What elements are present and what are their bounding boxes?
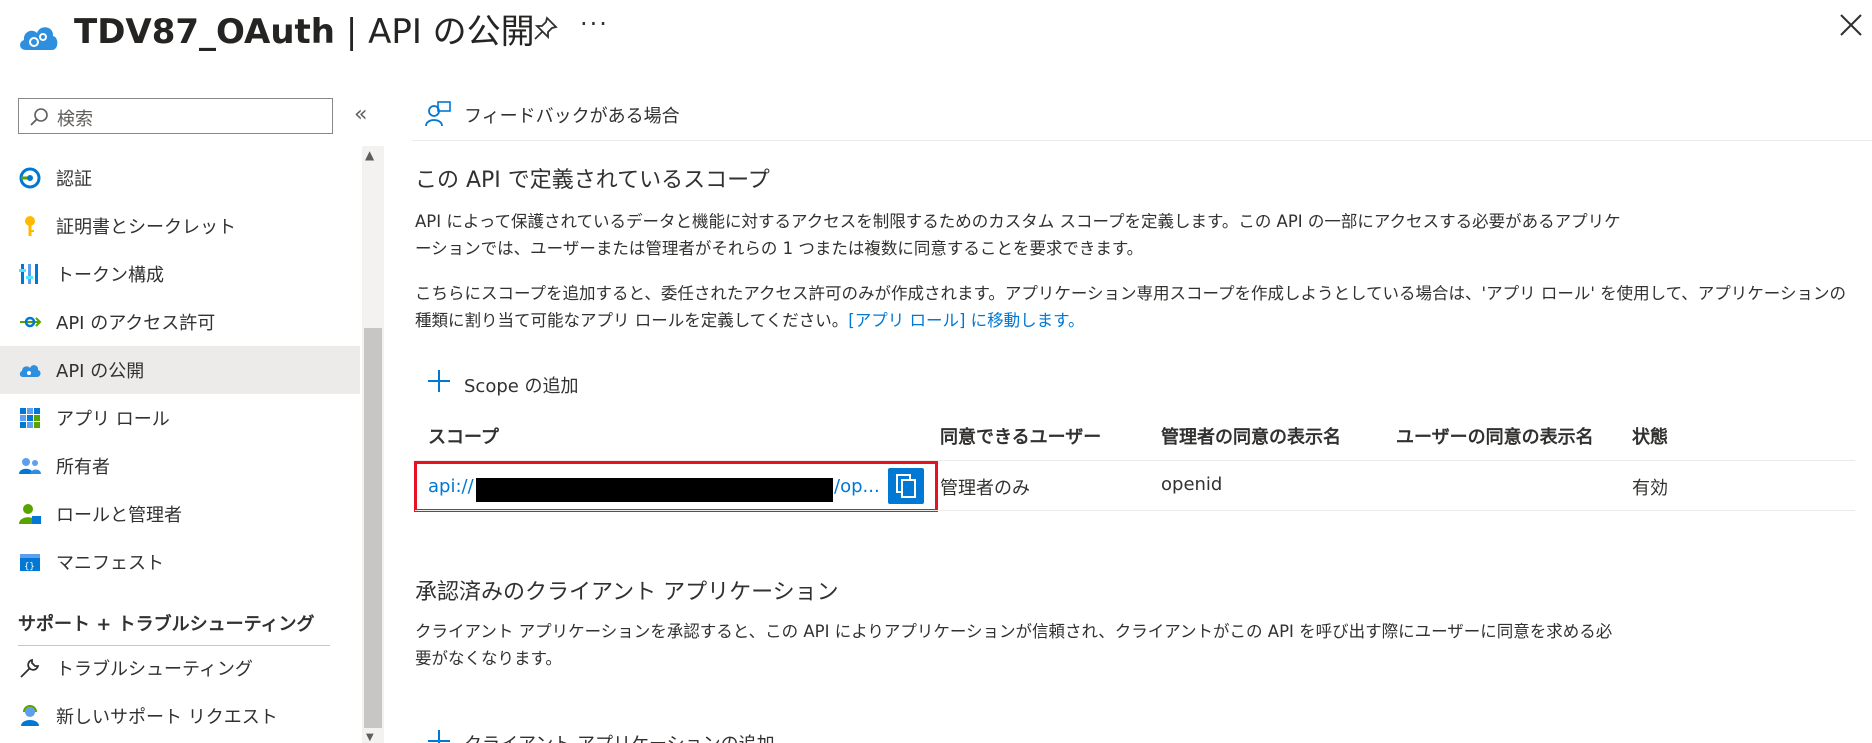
table-row-divider <box>415 510 1855 511</box>
column-header-scope: スコープ <box>428 427 499 448</box>
scopes-heading: この API で定義されているスコープ <box>415 168 770 193</box>
support-agent-icon <box>21 705 39 726</box>
plus-icon <box>428 370 450 392</box>
sidebar-item-label: トークン構成 <box>56 265 164 286</box>
sidebar-item-api-permissions[interactable]: API のアクセス許可 <box>0 298 360 346</box>
sidebar-item-troubleshooting[interactable]: トラブルシューティング <box>0 644 360 692</box>
scopes-delegated-note: こちらにスコープを追加すると、委任されたアクセス許可のみが作成されます。アプリケ… <box>415 284 1846 330</box>
scope-link[interactable]: api:// <box>428 476 474 497</box>
sidebar-item-label: ロールと管理者 <box>56 505 182 526</box>
api-permissions-icon <box>20 316 42 328</box>
pin-icon[interactable] <box>530 14 560 44</box>
app-registration-cloud-icon <box>20 27 58 50</box>
column-header-user-display-name: ユーザーの同意の表示名 <box>1396 427 1594 448</box>
app-roles-icon <box>20 408 40 428</box>
page-title: TDV87_OAuth | API の公開 <box>74 12 535 52</box>
scroll-up-arrow-icon[interactable]: ▲ <box>365 148 374 162</box>
sidebar-item-certificates-secrets[interactable]: 証明書とシークレット <box>0 202 360 250</box>
search-input[interactable]: 検索 <box>18 98 333 134</box>
sidebar-item-app-roles[interactable]: アプリ ロール <box>0 394 360 442</box>
support-section-heading: サポート + トラブルシューティング <box>18 614 315 635</box>
sidebar-item-label: アプリ ロール <box>56 409 170 430</box>
search-icon <box>30 108 48 126</box>
scope-link-suffix[interactable]: /op... <box>834 476 880 497</box>
sidebar-item-label: API の公開 <box>56 361 145 382</box>
add-scope-label: Scope の追加 <box>464 376 579 397</box>
wrench-icon <box>20 658 40 678</box>
roles-admins-icon <box>19 504 41 524</box>
plus-icon <box>428 730 450 743</box>
copy-to-clipboard-button[interactable] <box>888 468 924 504</box>
sidebar-item-expose-api[interactable]: API の公開 <box>0 346 360 394</box>
sidebar-item-token-configuration[interactable]: トークン構成 <box>0 250 360 298</box>
search-placeholder: 検索 <box>57 109 93 130</box>
sidebar-item-label: マニフェスト <box>56 553 164 574</box>
app-roles-link[interactable]: [アプリ ロール] に移動します。 <box>848 311 1084 330</box>
copy-icon <box>896 474 916 498</box>
who-can-consent-cell: 管理者のみ <box>940 478 1030 499</box>
key-icon <box>25 216 35 236</box>
admin-display-name-cell: openid <box>1161 474 1223 495</box>
collapse-sidebar-icon[interactable]: « <box>354 102 367 127</box>
sidebar-item-new-support-request[interactable]: 新しいサポート リクエスト <box>0 692 360 740</box>
expose-api-icon <box>19 365 41 377</box>
close-icon[interactable] <box>1838 12 1864 38</box>
scrollbar-thumb[interactable] <box>364 328 382 728</box>
auth-icon <box>19 167 41 189</box>
toolbar-divider <box>412 140 1872 141</box>
sidebar-item-label: 証明書とシークレット <box>56 217 236 238</box>
sidebar-item-label: API のアクセス許可 <box>56 313 216 334</box>
sidebar-item-owners[interactable]: 所有者 <box>0 442 360 490</box>
token-config-icon <box>19 264 38 284</box>
more-options-icon[interactable]: ··· <box>580 10 609 38</box>
authorized-clients-heading: 承認済みのクライアント アプリケーション <box>415 580 839 605</box>
blade-header: TDV87_OAuth | API の公開 ··· <box>0 0 1872 60</box>
feedback-label: フィードバックがある場合 <box>464 106 680 127</box>
feedback-icon <box>425 101 451 127</box>
owners-icon <box>19 458 41 474</box>
sidebar-item-label: 認証 <box>56 169 92 190</box>
manifest-icon: {} <box>20 554 40 572</box>
sidebar-item-label: 新しいサポート リクエスト <box>56 707 278 728</box>
sidebar-item-authentication[interactable]: 認証 <box>0 154 360 202</box>
svg-text:{}: {} <box>24 562 35 572</box>
column-header-who-can-consent: 同意できるユーザー <box>940 427 1102 448</box>
add-client-application-label: クライアント アプリケーションの追加 <box>464 730 775 743</box>
sidebar-item-label: トラブルシューティング <box>56 659 253 680</box>
sidebar-item-roles-admins[interactable]: ロールと管理者 <box>0 490 360 538</box>
column-header-state: 状態 <box>1632 427 1668 448</box>
sidebar-item-manifest[interactable]: {} マニフェスト <box>0 538 360 586</box>
sidebar-item-label: 所有者 <box>56 457 110 478</box>
column-header-admin-display-name: 管理者の同意の表示名 <box>1161 427 1341 448</box>
scopes-description: API によって保護されているデータと機能に対するアクセスを制限するためのカスタ… <box>415 212 1621 258</box>
scroll-down-arrow-icon[interactable]: ▼ <box>366 732 374 743</box>
redacted-region <box>476 478 833 502</box>
authorized-clients-description: クライアント アプリケーションを承認すると、この API によりアプリケーション… <box>415 622 1613 668</box>
state-cell: 有効 <box>1632 478 1668 499</box>
